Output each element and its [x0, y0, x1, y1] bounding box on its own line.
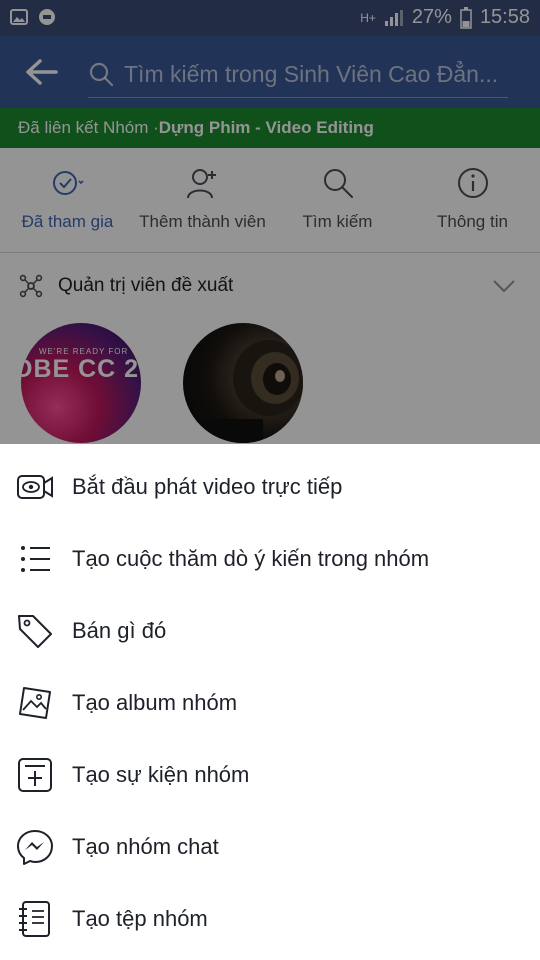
- poll-list-icon: [21, 546, 50, 572]
- sheet-item-label: Tạo sự kiện nhóm: [72, 762, 250, 787]
- sheet-item-event[interactable]: Tạo sự kiện nhóm: [0, 739, 540, 811]
- event-plus-icon: [18, 758, 52, 792]
- dim-overlay[interactable]: [0, 0, 540, 444]
- price-tag-icon: [18, 615, 52, 648]
- sheet-item-album[interactable]: Tạo album nhóm: [0, 667, 540, 739]
- live-video-icon: [17, 475, 53, 499]
- sheet-item-label: Tạo nhóm chat: [72, 834, 219, 859]
- sheet-item-label: Tạo album nhóm: [72, 690, 238, 715]
- sheet-item-poll[interactable]: Tạo cuộc thăm dò ý kiến trong nhóm: [0, 523, 540, 595]
- messenger-icon: [17, 830, 53, 865]
- notebook-file-icon: [19, 901, 50, 937]
- sheet-item-label: Tạo tệp nhóm: [72, 906, 208, 931]
- sheet-item-chat[interactable]: Tạo nhóm chat: [0, 811, 540, 883]
- sheet-item-sell[interactable]: Bán gì đó: [0, 595, 540, 667]
- sheet-item-label: Bán gì đó: [72, 618, 167, 643]
- sheet-item-file[interactable]: Tạo tệp nhóm: [0, 883, 540, 955]
- sheet-item-label: Bắt đầu phát video trực tiếp: [72, 474, 343, 499]
- photo-album-icon: [19, 687, 51, 719]
- sheet-item-label: Tạo cuộc thăm dò ý kiến trong nhóm: [72, 546, 430, 571]
- sheet-item-live-video[interactable]: Bắt đầu phát video trực tiếp: [0, 451, 540, 523]
- create-action-sheet: Bắt đầu phát video trực tiếp Tạo cuộc th…: [0, 444, 540, 960]
